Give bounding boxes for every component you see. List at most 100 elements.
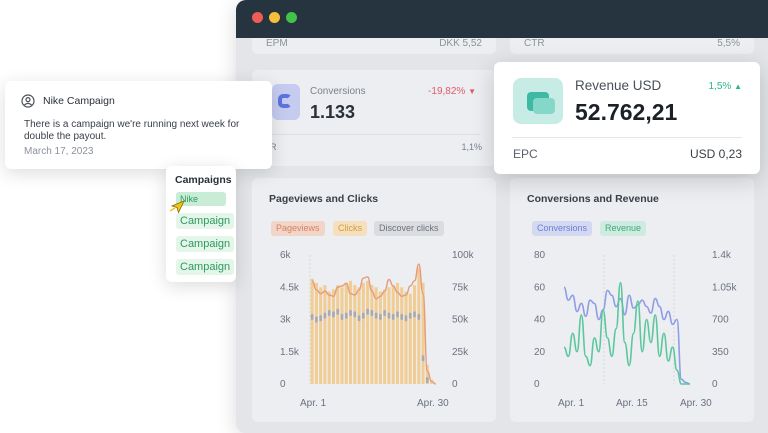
discover-clicks-marker (387, 312, 391, 319)
clicks-bar (323, 285, 327, 384)
campaigns-dropdown: Campaigns Nike Campaign Campaign Campaig… (166, 166, 236, 282)
clicks-bar (366, 280, 370, 384)
discover-clicks-marker (340, 313, 344, 320)
discover-clicks-marker (374, 312, 378, 319)
discover-clicks-marker (400, 313, 404, 320)
clicks-bar (327, 291, 331, 384)
ctr-card: CTR 5,5% (510, 38, 754, 54)
discover-clicks-marker (336, 308, 340, 315)
conversions-revenue-card: Conversions and Revenue Conversions Reve… (510, 178, 754, 422)
clicks-bar (391, 285, 395, 384)
y-right-tick-label: 75k (452, 282, 469, 293)
y-right-tick-label: 1.4k (712, 250, 732, 261)
y-left-tick-label: 4.5k (280, 282, 300, 293)
discover-clicks-marker (408, 312, 412, 319)
revenue-icon (513, 78, 563, 124)
y-right-tick-label: 0 (712, 379, 718, 390)
discover-clicks-marker (323, 312, 327, 319)
notification-title: Nike Campaign (43, 95, 115, 107)
clicks-bar (387, 287, 391, 384)
clicks-bar (417, 267, 421, 384)
epc-label: EPC (513, 147, 538, 161)
clicks-bar (413, 285, 417, 384)
window-titlebar (236, 0, 768, 38)
y-left-tick-label: 0 (534, 379, 540, 390)
divider (512, 137, 742, 138)
epc-value: USD 0,23 (689, 147, 742, 161)
clicks-bar (357, 287, 361, 384)
clicks-bar (310, 278, 314, 384)
campaign-item[interactable]: Campaign (176, 259, 235, 275)
pageviews-clicks-card: Pageviews and Clicks Pageviews Clicks Di… (252, 178, 496, 422)
y-right-tick-label: 100k (452, 250, 475, 261)
x-tick-label: Apr. 30 (680, 398, 712, 409)
y-left-tick-label: 20 (534, 347, 546, 358)
discover-clicks-marker (344, 312, 348, 319)
close-window-button[interactable] (252, 12, 263, 23)
notification-body: There is a campaign we're running next w… (24, 119, 240, 142)
trend-up-icon: ▲ (734, 82, 742, 91)
conversions-sub-value: 1,1% (461, 142, 482, 152)
user-circle-icon (21, 94, 35, 108)
maximize-window-button[interactable] (286, 12, 297, 23)
revenue-change: 1,5% ▲ (708, 81, 743, 92)
epm-value: DKK 5,52 (439, 38, 482, 49)
conversions-revenue-chart: 80 60 40 20 0 1.4k 1.05k 700 350 0 Apr. 1 Apr. 15 Ap… (534, 250, 737, 409)
discover-clicks-marker (421, 355, 425, 362)
minimize-window-button[interactable] (269, 12, 280, 23)
conversions-title: Conversions (310, 86, 366, 97)
y-left-tick-label: 80 (534, 250, 546, 261)
clicks-bar (395, 282, 399, 384)
pageviews-clicks-chart: 6k 4.5k 3k 1.5k 0 100k 75k 50k 25k 0 Apr. 1 Apr. 30 (280, 250, 475, 409)
conversions-change: -19,82% ▼ (428, 86, 476, 97)
y-left-tick-label: 6k (280, 250, 292, 261)
campaign-notification[interactable]: Nike Campaign There is a campaign we're … (5, 81, 272, 169)
revenue-line (563, 281, 690, 385)
conversions-value: 1.133 (310, 102, 356, 122)
epm-card: EPM DKK 5,52 (252, 38, 496, 54)
y-left-tick-label: 0 (280, 379, 286, 390)
clicks-bar (400, 287, 404, 384)
y-left-tick-label: 40 (534, 315, 546, 326)
revenue-card: Revenue USD 1,5% ▲ 52.762,21 EPC USD 0,2… (494, 62, 760, 174)
discover-clicks-marker (396, 311, 399, 318)
discover-clicks-marker (404, 315, 408, 322)
clicks-bar (336, 285, 340, 384)
discover-clicks-marker (357, 315, 361, 322)
campaign-item[interactable]: Campaign (176, 236, 235, 252)
x-tick-label: Apr. 15 (616, 398, 648, 409)
discover-clicks-marker (319, 315, 322, 322)
campaign-item[interactable]: Campaign (176, 213, 235, 229)
conversions-icon (272, 84, 300, 120)
discover-clicks-marker (353, 311, 357, 318)
y-right-tick-label: 50k (452, 315, 469, 326)
y-left-tick-label: 60 (534, 282, 546, 293)
conversions-card: Conversions -19,82% ▼ 1.133 R 1,1% (252, 70, 496, 166)
ctr-label: CTR (524, 38, 545, 49)
ctr-value: 5,5% (717, 38, 740, 49)
pointer-cursor-icon (169, 200, 185, 214)
clicks-bar (361, 282, 365, 384)
clicks-bar (383, 289, 387, 384)
y-right-tick-label: 700 (712, 315, 729, 326)
clicks-bar (404, 291, 408, 384)
clicks-bar (374, 287, 378, 384)
clicks-bar (319, 287, 323, 384)
clicks-bar (340, 287, 344, 384)
discover-clicks-marker (349, 310, 352, 317)
clicks-bar (408, 293, 412, 384)
clicks-bar (370, 285, 374, 384)
discover-clicks-marker (417, 313, 421, 320)
discover-clicks-marker (379, 313, 382, 320)
discover-clicks-marker (366, 308, 369, 315)
clicks-bar (349, 280, 353, 384)
clicks-bar (378, 291, 382, 384)
discover-clicks-marker (383, 310, 386, 317)
discover-clicks-marker (310, 313, 314, 320)
y-right-tick-label: 350 (712, 347, 729, 358)
x-tick-label: Apr. 30 (417, 398, 449, 409)
epm-label: EPM (266, 38, 288, 49)
clicks-bar (353, 285, 357, 384)
discover-clicks-marker (315, 316, 318, 323)
y-right-tick-label: 0 (452, 379, 458, 390)
